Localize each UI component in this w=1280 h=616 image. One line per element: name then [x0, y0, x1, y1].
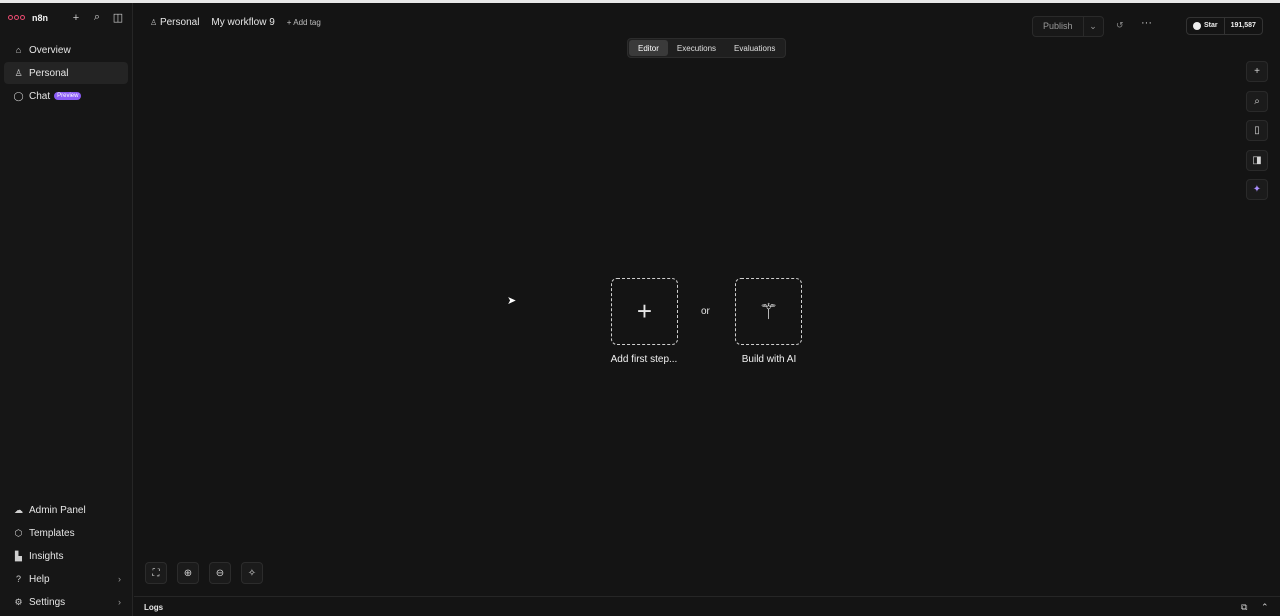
add-first-step-label: Add first step... — [610, 354, 678, 365]
brand-name: n8n — [32, 12, 49, 23]
sidebar-bottom-nav: ☁ Admin Panel ⬡ Templates ▙ Insights ? H… — [0, 499, 133, 614]
workflow-header: ♙ Personal My workflow 9 + Add tag Edito… — [134, 3, 1280, 58]
tab-editor[interactable]: Editor — [629, 40, 668, 56]
project-label: Personal — [159, 17, 200, 28]
sidebar-item-templates[interactable]: ⬡ Templates — [4, 522, 129, 544]
gear-icon: ⚙ — [14, 596, 23, 607]
fit-view-icon: ⛶ — [152, 567, 160, 579]
sidebar-item-personal[interactable]: ♙ Personal — [4, 62, 128, 84]
history-icon[interactable]: ↺ — [1116, 20, 1124, 31]
plus-icon: + — [1254, 66, 1260, 77]
ai-sparkle-icon: ✦ — [1252, 184, 1262, 195]
chevron-right-icon: › — [118, 574, 121, 584]
app-window: n8n + ⌕ ◫ ⌂ Overview ♙ Personal ◯ Chat P… — [0, 0, 1280, 616]
build-with-ai-label: Build with AI — [741, 354, 797, 365]
zoom-out-icon: ⊖ — [215, 567, 225, 579]
toggle-panel-button[interactable]: ◨ — [1246, 149, 1268, 171]
n8n-logo-icon — [8, 15, 25, 20]
help-icon: ? — [15, 574, 21, 584]
breadcrumb: ♙ Personal My workflow 9 + Add tag — [150, 17, 321, 28]
plus-icon: + — [636, 296, 653, 326]
canvas-empty-state: + or ⚚ Add first step... Build with AI — [604, 278, 804, 368]
add-first-step-button[interactable]: + — [611, 278, 678, 345]
sidebar-item-chat[interactable]: ◯ Chat Preview — [4, 85, 128, 107]
sidebar-nav: ⌂ Overview ♙ Personal ◯ Chat Preview — [0, 39, 132, 107]
sidebar-item-label: Admin Panel — [29, 504, 86, 516]
popout-icon[interactable]: ⧉ — [1241, 602, 1247, 613]
view-tabs: Editor Executions Evaluations — [627, 38, 787, 58]
sidebar-item-label: Overview — [29, 44, 71, 56]
cloud-icon: ☁ — [14, 504, 23, 515]
sidebar-item-label: Templates — [29, 527, 75, 539]
magic-wand-icon: ⚚ — [758, 298, 779, 324]
sidebar-item-admin-panel[interactable]: ☁ Admin Panel — [4, 499, 129, 521]
tidy-up-icon: ✧ — [247, 567, 257, 579]
workflow-name[interactable]: My workflow 9 — [211, 17, 274, 28]
add-node-button[interactable]: + — [1246, 61, 1268, 82]
build-with-ai-button[interactable]: ⚚ — [735, 278, 802, 345]
search-icon[interactable]: ⌕ — [91, 11, 103, 24]
chart-icon: ▙ — [15, 550, 22, 561]
chevron-up-icon[interactable]: ⌃ — [1261, 602, 1269, 613]
panel-toggle-icon[interactable]: ◫ — [112, 11, 124, 24]
sticky-note-button[interactable]: ▯ — [1246, 120, 1268, 141]
zoom-in-button[interactable]: ⊕ — [177, 562, 199, 584]
publish-button-group: Publish ⌄ — [1032, 16, 1104, 37]
sidebar-item-label: Insights — [29, 550, 64, 562]
project-link[interactable]: ♙ Personal — [150, 17, 199, 28]
sidebar-item-label: Help — [29, 573, 50, 585]
search-icon: ⌕ — [1254, 95, 1260, 107]
panel-icon: ◨ — [1252, 154, 1262, 166]
search-nodes-button[interactable]: ⌕ — [1246, 90, 1268, 112]
sidebar-item-label: Settings — [29, 596, 66, 608]
sidebar-item-insights[interactable]: ▙ Insights — [4, 545, 129, 567]
sidebar-item-label: Personal — [29, 67, 69, 79]
zoom-out-button[interactable]: ⊖ — [209, 562, 231, 584]
mouse-cursor-icon: ➤ — [507, 295, 517, 307]
fit-view-button[interactable]: ⛶ — [145, 562, 167, 584]
sticky-note-icon: ▯ — [1254, 125, 1260, 136]
ai-assistant-button[interactable]: ✦ — [1246, 179, 1268, 200]
sidebar-item-label: Chat — [29, 90, 51, 102]
publish-button[interactable]: Publish — [1033, 17, 1083, 36]
user-icon: ♙ — [150, 18, 158, 27]
add-tag-button[interactable]: + Add tag — [287, 18, 321, 27]
github-icon — [1193, 22, 1201, 30]
zoom-controls: ⛶ ⊕ ⊖ ✧ — [145, 562, 263, 584]
user-icon: ♙ — [14, 67, 23, 78]
preview-badge: Preview — [54, 92, 82, 100]
more-options-icon[interactable]: ··· — [1141, 17, 1152, 29]
logs-panel-bar[interactable]: Logs ⧉ ⌃ — [134, 596, 1280, 616]
sidebar-item-overview[interactable]: ⌂ Overview — [4, 39, 128, 61]
chat-icon: ◯ — [13, 90, 24, 101]
sidebar-item-settings[interactable]: ⚙ Settings › — [4, 591, 129, 613]
star-count: 191,587 — [1223, 18, 1262, 34]
plus-icon[interactable]: + — [70, 12, 82, 24]
box-icon: ⬡ — [14, 527, 23, 538]
chevron-down-icon[interactable]: ⌄ — [1082, 17, 1103, 36]
tab-executions[interactable]: Executions — [668, 40, 725, 56]
sidebar-header: n8n + ⌕ ◫ — [0, 3, 132, 32]
star-label: Star — [1204, 22, 1218, 29]
chevron-right-icon: › — [118, 597, 121, 607]
logo[interactable]: n8n — [8, 13, 48, 23]
or-separator: or — [701, 306, 710, 317]
github-star-button[interactable]: Star 191,587 — [1186, 17, 1263, 35]
sidebar-item-help[interactable]: ? Help › — [4, 568, 129, 590]
home-icon: ⌂ — [15, 45, 22, 55]
zoom-in-icon: ⊕ — [183, 567, 193, 579]
sidebar: n8n + ⌕ ◫ ⌂ Overview ♙ Personal ◯ Chat P… — [0, 3, 133, 616]
tidy-up-button[interactable]: ✧ — [241, 562, 263, 584]
logs-label: Logs — [144, 603, 164, 612]
canvas-right-toolbar: + ⌕ ▯ ◨ ✦ — [1246, 61, 1268, 209]
tab-evaluations[interactable]: Evaluations — [725, 40, 784, 56]
